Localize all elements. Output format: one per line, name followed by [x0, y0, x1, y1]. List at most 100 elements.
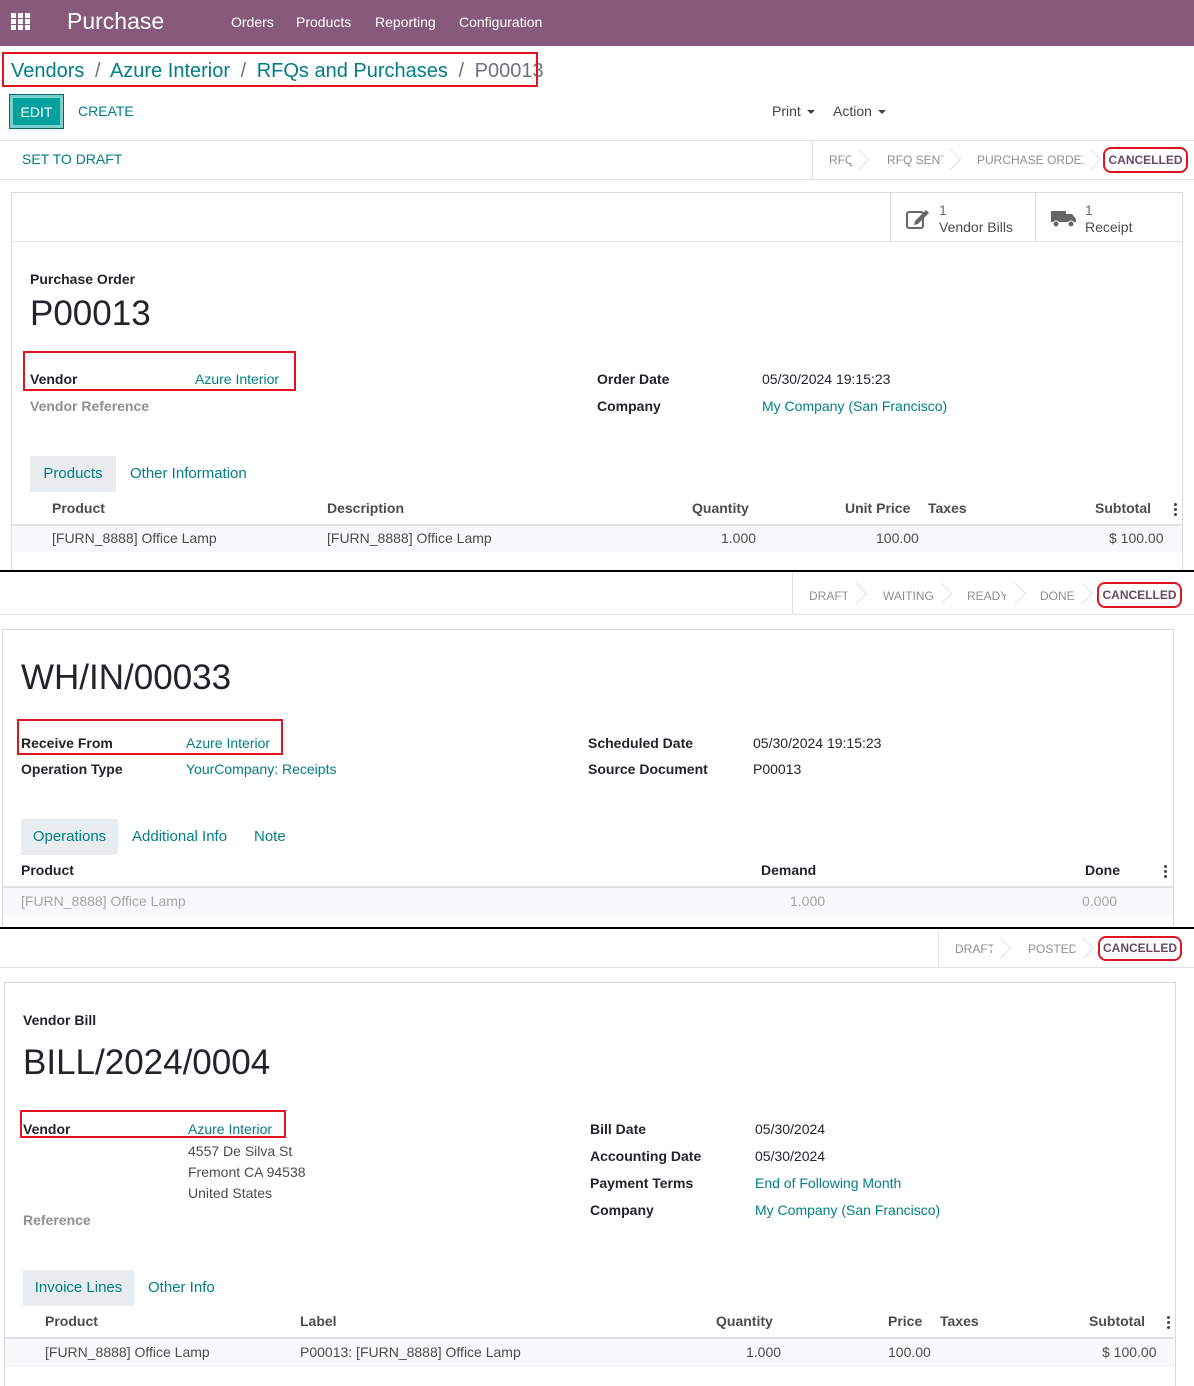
pencil-square-icon [906, 210, 929, 229]
bill-date-label: Bill Date [590, 1121, 647, 1137]
column-done[interactable]: Done [1085, 862, 1120, 878]
row-subtotal: $ 100.00 [1109, 530, 1164, 546]
highlight-box [23, 351, 296, 391]
top-navbar: Purchase Orders Products Reporting Confi… [0, 0, 1194, 46]
tab-invoice-lines[interactable]: Invoice Lines [23, 1270, 134, 1306]
optional-columns-icon[interactable] [1164, 865, 1167, 880]
edit-button[interactable]: EDIT [9, 94, 64, 129]
scheduled-date-label: Scheduled Date [588, 735, 694, 751]
bill-statusbar: DRAFT POSTED CANCELLED [0, 929, 1194, 968]
payment-terms-link[interactable]: End of Following Month [755, 1175, 901, 1191]
column-demand[interactable]: Demand [761, 862, 816, 878]
app-name[interactable]: Purchase [67, 8, 164, 35]
tab-products[interactable]: Products [30, 456, 116, 492]
stage-arrow [1071, 582, 1094, 605]
stage-rfq-sent[interactable]: RFQ SENT [887, 153, 948, 167]
stage-draft[interactable]: DRAFT [955, 942, 995, 956]
receipt-statusbar: DRAFT WAITING READY DONE CANCELLED [0, 572, 1194, 615]
receipt-count: 1 [1085, 202, 1093, 218]
action-label: Action [833, 103, 872, 119]
tab-additional-info[interactable]: Additional Info [132, 828, 227, 845]
vendor-bills-label: Vendor Bills [939, 219, 1013, 235]
column-subtotal[interactable]: Subtotal [1095, 500, 1151, 516]
vendor-address-line: United States [188, 1185, 273, 1201]
receipt-name: WH/IN/00033 [21, 658, 232, 697]
column-taxes[interactable]: Taxes [940, 1313, 979, 1329]
stage-divider [792, 572, 793, 614]
reference-label: Reference [23, 1212, 91, 1228]
column-product[interactable]: Product [21, 862, 74, 878]
column-quantity[interactable]: Quantity [716, 1313, 773, 1329]
table-row[interactable]: [FURN_8888] Office Lamp P00013: [FURN_88… [5, 1339, 1175, 1367]
menu-products[interactable]: Products [296, 14, 351, 30]
optional-columns-icon[interactable] [1167, 1316, 1170, 1331]
menu-orders[interactable]: Orders [231, 14, 274, 30]
row-product: [FURN_8888] Office Lamp [45, 1344, 210, 1360]
tab-other-info[interactable]: Other Info [148, 1279, 215, 1296]
column-taxes[interactable]: Taxes [928, 500, 967, 516]
bill-date-value: 05/30/2024 [755, 1121, 826, 1137]
stage-purchase-order[interactable]: PURCHASE ORDER [977, 153, 1090, 167]
accounting-date-value: 05/30/2024 [755, 1148, 826, 1164]
bill-name: BILL/2024/0004 [23, 1043, 271, 1082]
stage-divider [812, 141, 813, 179]
vendor-bills-smart-button[interactable]: 1 Vendor Bills [891, 193, 1035, 241]
column-product[interactable]: Product [45, 1313, 98, 1329]
order-date-value: 05/30/2024 19:15:23 [762, 371, 891, 387]
stage-arrow [845, 582, 868, 605]
column-price[interactable]: Price [888, 1313, 922, 1329]
tab-other-information[interactable]: Other Information [130, 465, 247, 482]
row-price: 100.00 [888, 1344, 931, 1360]
row-demand: 1.000 [790, 893, 826, 909]
doc-type-label: Purchase Order [30, 271, 136, 287]
receipt-label: Receipt [1085, 219, 1133, 235]
create-button[interactable]: CREATE [78, 103, 134, 119]
vendor-reference-label: Vendor Reference [30, 398, 150, 414]
po-form-sheet: 1 Vendor Bills 1 Receipt Purchase Order … [11, 192, 1183, 572]
receipt-smart-button[interactable]: 1 Receipt [1036, 193, 1182, 241]
company-link[interactable]: My Company (San Francisco) [755, 1202, 940, 1218]
column-quantity[interactable]: Quantity [692, 500, 749, 516]
source-document-label: Source Document [588, 761, 708, 777]
operation-type-label: Operation Type [21, 761, 123, 777]
truck-icon [1051, 211, 1076, 228]
action-dropdown[interactable]: Action [833, 103, 886, 119]
chevron-down-icon [877, 110, 886, 115]
row-product: [FURN_8888] Office Lamp [21, 893, 186, 909]
chevron-down-icon [806, 110, 815, 115]
column-product[interactable]: Product [52, 500, 105, 516]
print-dropdown[interactable]: Print [772, 103, 815, 119]
button-box-bottom [12, 241, 1182, 242]
menu-reporting[interactable]: Reporting [375, 14, 436, 30]
column-unit-price[interactable]: Unit Price [845, 500, 910, 516]
stage-arrow [930, 582, 953, 605]
stage-done[interactable]: DONE [1040, 589, 1075, 603]
column-label[interactable]: Label [300, 1313, 337, 1329]
row-subtotal: $ 100.00 [1102, 1344, 1157, 1360]
company-link[interactable]: My Company (San Francisco) [762, 398, 947, 414]
highlight-box [2, 52, 538, 87]
vendor-address-line: 4557 De Silva St [188, 1143, 293, 1159]
row-product: [FURN_8888] Office Lamp [52, 530, 217, 546]
column-description[interactable]: Description [327, 500, 404, 516]
column-subtotal[interactable]: Subtotal [1089, 1313, 1145, 1329]
po-statusbar: SET TO DRAFT RFQ RFQ SENT PURCHASE ORDER… [0, 140, 1194, 180]
order-date-label: Order Date [597, 371, 670, 387]
table-row[interactable]: [FURN_8888] Office Lamp 1.000 0.000 [3, 888, 1173, 916]
table-row[interactable]: [FURN_8888] Office Lamp [FURN_8888] Offi… [12, 526, 1182, 552]
tab-operations[interactable]: Operations [21, 819, 118, 855]
apps-menu-icon[interactable] [11, 13, 31, 30]
tab-note[interactable]: Note [254, 828, 286, 845]
stage-waiting[interactable]: WAITING [883, 589, 934, 603]
operation-type-link[interactable]: YourCompany: Receipts [186, 761, 336, 777]
print-label: Print [772, 103, 801, 119]
stage-posted[interactable]: POSTED [1028, 942, 1077, 956]
set-to-draft-button[interactable]: SET TO DRAFT [22, 151, 122, 167]
stage-draft[interactable]: DRAFT [809, 589, 849, 603]
stage-ready[interactable]: READY [967, 589, 1008, 603]
po-name: P00013 [30, 294, 151, 333]
optional-columns-icon[interactable] [1174, 503, 1177, 518]
row-unit-price: 100.00 [876, 530, 919, 546]
menu-configuration[interactable]: Configuration [459, 14, 542, 30]
source-document-value: P00013 [753, 761, 802, 777]
